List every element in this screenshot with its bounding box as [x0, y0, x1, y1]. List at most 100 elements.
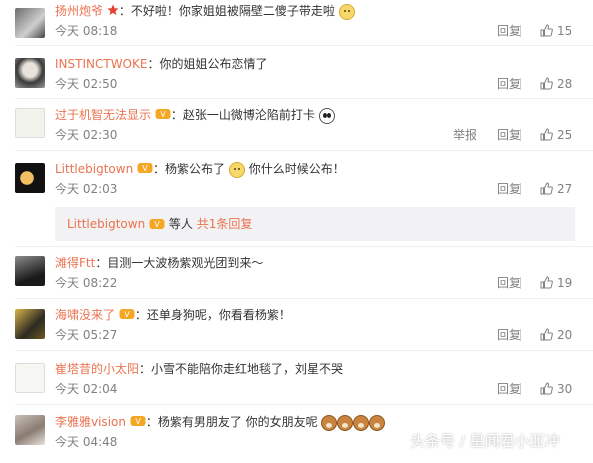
vip-badge-icon: V — [119, 307, 135, 325]
shiba-emoji-icon — [369, 414, 386, 431]
username-link[interactable]: 李雅雅vision — [55, 415, 126, 429]
username-link[interactable]: Littlebigtown — [67, 217, 145, 231]
thumbs-up-icon — [540, 182, 553, 195]
comment-text: ：小雪不能陪你走红地毯了，刘星不哭 — [139, 362, 344, 376]
divider — [15, 404, 593, 405]
divider — [15, 246, 593, 247]
more-replies-suffix: 等人 — [168, 217, 193, 231]
username-link[interactable]: 崔塔昔的小太阳 — [55, 362, 139, 376]
divider — [520, 25, 521, 37]
dog-emoji-icon — [228, 161, 245, 178]
like-count: 30 — [557, 382, 573, 396]
reply-button[interactable]: 回复 — [497, 274, 521, 292]
comment-text: ：杨紫公布了 — [153, 162, 226, 176]
comment-item: 海啸没来了 V ：还单身狗呢，你看看杨紫！ 今天 05:27 回复 20 — [0, 306, 593, 356]
avatar[interactable] — [15, 415, 45, 445]
timestamp: 今天 02:50 — [55, 77, 118, 91]
like-button[interactable]: 15 — [540, 22, 572, 40]
svg-text:V: V — [124, 310, 130, 319]
shiba-emoji-icon — [353, 414, 370, 431]
divider — [15, 45, 593, 46]
thumbs-up-icon — [540, 24, 553, 37]
panda-emoji-icon — [318, 107, 335, 124]
divider — [15, 298, 593, 299]
username-link[interactable]: Littlebigtown — [55, 162, 133, 176]
timestamp: 今天 02:04 — [55, 382, 118, 396]
avatar[interactable] — [15, 58, 45, 88]
vip-badge-icon: V — [155, 107, 171, 125]
like-button[interactable]: 30 — [540, 380, 572, 398]
like-button[interactable]: 27 — [540, 180, 572, 198]
comment-item: Littlebigtown V ：杨紫公布了 你什么时候公布！ 今天 02:03 … — [0, 160, 593, 210]
like-button[interactable]: 28 — [540, 75, 572, 93]
timestamp: 今天 08:22 — [55, 276, 118, 290]
divider — [520, 78, 521, 90]
avatar[interactable] — [15, 8, 45, 38]
comment-text: ：你的姐姐公布恋情了 — [147, 57, 268, 71]
thumbs-up-icon — [540, 128, 553, 141]
like-button[interactable]: 25 — [540, 126, 572, 144]
username-link[interactable]: 扬州炮爷 — [55, 4, 103, 18]
username-link[interactable]: INSTINCTWOKE — [55, 57, 147, 71]
like-button[interactable]: 20 — [540, 326, 572, 344]
avatar[interactable] — [15, 363, 45, 393]
reply-button[interactable]: 回复 — [497, 180, 521, 198]
avatar[interactable] — [15, 108, 45, 138]
avatar[interactable] — [15, 256, 45, 286]
reply-button[interactable]: 回复 — [497, 22, 521, 40]
comment-text: 你什么时候公布！ — [248, 162, 345, 176]
divider — [15, 350, 593, 351]
comment-text: ：杨紫有男朋友了 你的女朋友呢 — [145, 415, 318, 429]
thumbs-up-icon — [540, 328, 553, 341]
report-button[interactable]: 举报 — [453, 126, 477, 144]
username-link[interactable]: 过于机智无法显示 — [55, 108, 151, 122]
like-count: 20 — [557, 328, 573, 342]
divider — [15, 150, 593, 151]
divider — [520, 383, 521, 395]
vip-badge-icon: V — [149, 208, 165, 242]
dog-emoji-icon — [338, 3, 355, 20]
thumbs-up-icon — [540, 77, 553, 90]
timestamp: 今天 02:30 — [55, 128, 118, 142]
username-link[interactable]: 滩得Ftt — [55, 256, 95, 270]
username-link[interactable]: 海啸没来了 — [55, 308, 115, 322]
svg-text:V: V — [160, 110, 166, 119]
divider — [15, 98, 593, 99]
vip-badge-icon: V — [130, 414, 146, 432]
comment-text: ：还单身狗呢，你看看杨紫！ — [134, 308, 291, 322]
comment-item: 滩得Ftt：目测一大波杨紫观光团到来～ 今天 08:22 回复 19 — [0, 254, 593, 304]
like-count: 27 — [557, 182, 573, 196]
thumbs-up-icon — [540, 276, 553, 289]
reply-button[interactable]: 回复 — [497, 326, 521, 344]
avatar[interactable] — [15, 163, 45, 193]
shiba-emoji-icon — [337, 414, 354, 431]
reply-button[interactable]: 回复 — [497, 75, 521, 93]
divider — [520, 329, 521, 341]
comment-text: ：赵张一山微博沦陷前打卡 — [170, 108, 315, 122]
comment-text: ：目测一大波杨紫观光团到来～ — [95, 256, 264, 270]
divider — [520, 277, 521, 289]
divider — [520, 183, 521, 195]
svg-text:V: V — [135, 417, 141, 426]
more-replies-panel[interactable]: Littlebigtown V 等人 共1条回复 — [55, 207, 575, 241]
thumbs-up-icon — [540, 382, 553, 395]
comment-text: ：不好啦！你家姐姐被隔壁二傻子带走啦 — [118, 4, 335, 18]
avatar[interactable] — [15, 309, 45, 339]
like-button[interactable]: 19 — [540, 274, 572, 292]
star-icon — [107, 3, 119, 21]
svg-text:V: V — [142, 164, 148, 173]
like-count: 19 — [557, 276, 573, 290]
svg-text:V: V — [154, 220, 160, 229]
comment-item: 崔塔昔的小太阳：小雪不能陪你走红地毯了，刘星不哭 今天 02:04 回复 30 — [0, 360, 593, 410]
timestamp: 今天 05:27 — [55, 328, 118, 342]
shiba-emoji-icon — [321, 414, 338, 431]
timestamp: 今天 08:18 — [55, 24, 118, 38]
view-replies-link[interactable]: 共1条回复 — [197, 217, 253, 231]
like-count: 25 — [557, 128, 573, 142]
timestamp: 今天 02:03 — [55, 182, 118, 196]
timestamp: 今天 04:48 — [55, 435, 118, 449]
reply-button[interactable]: 回复 — [497, 380, 521, 398]
like-count: 28 — [557, 77, 573, 91]
reply-button[interactable]: 回复 — [497, 126, 521, 144]
watermark: 头条号 / 星闻君小亚冲 — [410, 432, 560, 450]
